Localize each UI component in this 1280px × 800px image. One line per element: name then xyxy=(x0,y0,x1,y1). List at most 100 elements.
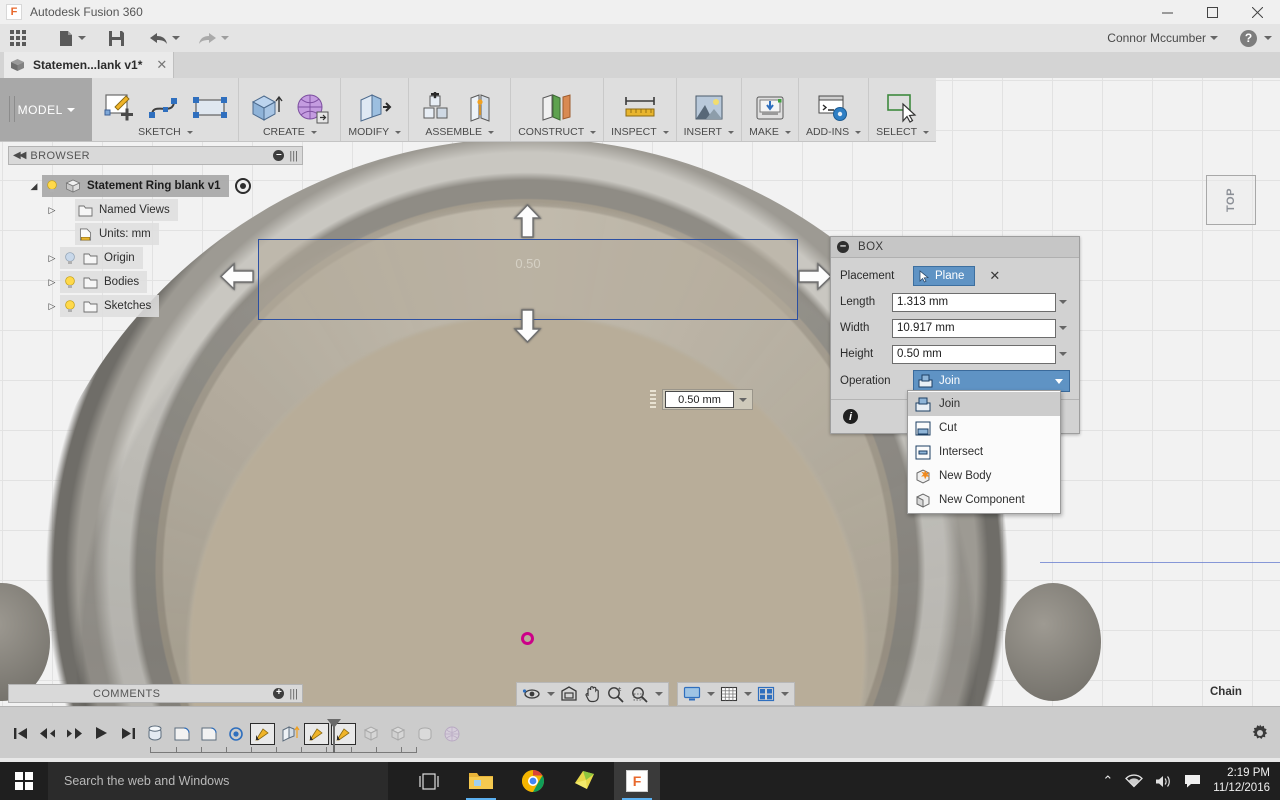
expand-arrow-icon[interactable]: ▷ xyxy=(44,277,60,288)
panel-addins-label[interactable]: ADD-INS xyxy=(806,126,862,141)
pattern-button[interactable] xyxy=(291,90,333,126)
measure-button[interactable] xyxy=(619,90,661,126)
height-input[interactable] xyxy=(892,344,1056,364)
timeline-feature-pattern[interactable] xyxy=(439,723,464,745)
length-dropdown-button[interactable] xyxy=(1056,293,1070,312)
orbit-button[interactable] xyxy=(520,684,557,704)
dimension-drag-grip[interactable] xyxy=(650,390,656,408)
collapse-icon[interactable]: – xyxy=(837,241,849,253)
tree-row-bodies[interactable]: ▷ Bodies xyxy=(44,270,306,294)
timeline-feature-sketch-1[interactable] xyxy=(250,723,275,745)
tree-row-units[interactable]: Units: mm xyxy=(44,222,306,246)
tree-item-sketches[interactable]: Sketches xyxy=(60,295,160,317)
panel-construct-label[interactable]: CONSTRUCT xyxy=(518,126,597,141)
down-arrow-handle[interactable] xyxy=(512,309,543,348)
file-explorer-button[interactable] xyxy=(458,762,504,800)
tree-row-statement-ring[interactable]: ◢ Statement Ring blank v1 xyxy=(26,174,306,198)
expand-arrow-icon[interactable]: ◢ xyxy=(26,181,42,192)
offset-plane-button[interactable] xyxy=(536,90,578,126)
fusion-360-button[interactable]: F xyxy=(614,762,660,800)
resize-grip-icon[interactable]: ||| xyxy=(289,688,298,700)
panel-inspect-label[interactable]: INSPECT xyxy=(611,126,669,141)
close-icon[interactable]: ✕ xyxy=(156,57,167,73)
comments-panel-header[interactable]: COMMENTS + ||| xyxy=(8,684,303,703)
undo-button[interactable] xyxy=(145,24,184,52)
timeline-feature-extrude[interactable] xyxy=(277,723,302,745)
panel-insert-label[interactable]: INSERT xyxy=(684,126,734,141)
view-cube[interactable]: TOP xyxy=(1206,175,1256,225)
new-component-button[interactable] xyxy=(416,90,458,126)
timeline-settings-button[interactable] xyxy=(1250,723,1270,748)
press-pull-button[interactable] xyxy=(354,90,396,126)
joint-button[interactable] xyxy=(461,90,503,126)
tree-item-origin[interactable]: Origin xyxy=(60,247,143,269)
minimize-button[interactable] xyxy=(1145,0,1190,24)
minimize-icon[interactable]: – xyxy=(273,150,285,161)
width-field[interactable] xyxy=(892,318,1070,338)
close-button[interactable] xyxy=(1235,0,1280,24)
expand-arrow-icon[interactable]: ▷ xyxy=(44,301,60,312)
action-center-icon[interactable] xyxy=(1184,774,1201,789)
workspace-selector[interactable]: MODEL xyxy=(0,78,93,141)
maximize-button[interactable] xyxy=(1190,0,1235,24)
rectangle-button[interactable] xyxy=(189,90,231,126)
3d-print-button[interactable] xyxy=(749,90,791,126)
start-button[interactable] xyxy=(0,762,48,800)
redo-button[interactable] xyxy=(194,24,233,52)
extrude-button[interactable] xyxy=(246,90,288,126)
display-settings-button[interactable] xyxy=(681,684,717,704)
panel-select-label[interactable]: SELECT xyxy=(876,126,929,141)
operation-combobox[interactable]: Join xyxy=(913,370,1070,392)
step-forward-button[interactable] xyxy=(62,721,86,745)
operation-option-new-body[interactable]: New Body xyxy=(908,464,1060,488)
resize-grip-icon[interactable]: ||| xyxy=(289,150,298,162)
show-hidden-icons-button[interactable]: ⌃ xyxy=(1102,773,1113,789)
app-grid-button[interactable] xyxy=(0,24,36,52)
light-bulb-icon[interactable] xyxy=(63,299,77,313)
right-arrow-handle[interactable] xyxy=(798,261,833,297)
operation-option-intersect[interactable]: Intersect xyxy=(908,440,1060,464)
sticky-notes-button[interactable] xyxy=(562,762,608,800)
scripts-addins-button[interactable] xyxy=(813,90,855,126)
up-arrow-handle[interactable] xyxy=(512,203,543,243)
collapse-left-icon[interactable]: ◀◀ xyxy=(13,150,26,161)
viewports-button[interactable] xyxy=(755,684,791,704)
expand-arrow-icon[interactable]: ▷ xyxy=(44,253,60,264)
timeline-feature-box-1[interactable] xyxy=(358,723,383,745)
timeline-feature-box-3[interactable] xyxy=(412,723,437,745)
clear-selection-icon[interactable]: ✕ xyxy=(989,268,1000,284)
taskbar-clock[interactable]: 2:19 PM 11/12/2016 xyxy=(1213,766,1270,796)
timeline-feature-revolve[interactable] xyxy=(142,723,167,745)
timeline-feature-hole[interactable] xyxy=(223,723,248,745)
tree-item-bodies[interactable]: Bodies xyxy=(60,271,148,293)
panel-create-label[interactable]: CREATE xyxy=(263,126,317,141)
task-view-button[interactable] xyxy=(406,762,452,800)
operation-option-new-component[interactable]: New Component xyxy=(908,488,1060,512)
activate-component-icon[interactable] xyxy=(234,178,251,194)
tree-item-units[interactable]: Units: mm xyxy=(75,223,159,245)
spline-button[interactable] xyxy=(144,90,186,126)
width-dropdown-button[interactable] xyxy=(1056,319,1070,338)
light-bulb-icon[interactable] xyxy=(63,275,77,289)
panel-assemble-label[interactable]: ASSEMBLE xyxy=(425,126,494,141)
box-preview-rectangle[interactable]: 0.50 xyxy=(258,239,798,320)
look-at-button[interactable] xyxy=(558,684,580,704)
timeline-feature-fillet2[interactable] xyxy=(196,723,221,745)
create-sketch-button[interactable] xyxy=(99,90,141,126)
inline-dimension-input[interactable] xyxy=(665,391,734,408)
panel-sketch-label[interactable]: SKETCH xyxy=(138,126,193,141)
plane-select-button[interactable]: Plane xyxy=(913,266,976,286)
viewport-canvas[interactable]: 0.50 TOP xyxy=(0,78,1280,706)
tree-row-named-views[interactable]: ▷ Named Views xyxy=(44,198,306,222)
length-field[interactable] xyxy=(892,292,1070,312)
chevron-down-icon[interactable] xyxy=(739,397,747,402)
new-file-button[interactable] xyxy=(54,24,90,52)
google-chrome-button[interactable] xyxy=(510,762,556,800)
tree-row-sketches[interactable]: ▷ Sketches xyxy=(44,294,306,318)
timeline-feature-sketch-2[interactable] xyxy=(304,723,329,745)
go-to-beginning-button[interactable] xyxy=(8,721,32,745)
operation-option-join[interactable]: Join xyxy=(908,392,1060,416)
grid-snaps-button[interactable] xyxy=(718,684,754,704)
go-to-end-button[interactable] xyxy=(116,721,140,745)
zoom-button[interactable]: ± xyxy=(604,684,627,704)
